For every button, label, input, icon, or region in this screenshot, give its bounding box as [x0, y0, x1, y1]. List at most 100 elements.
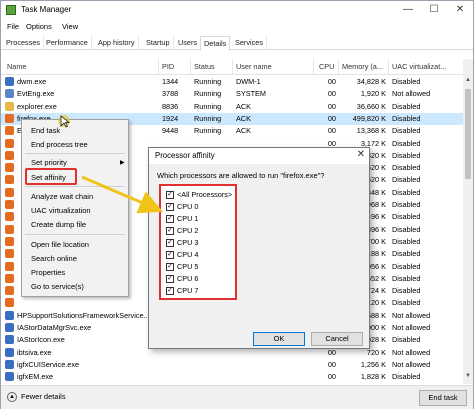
cell-uac: Disabled	[392, 77, 421, 86]
cell-uac: Not allowed	[392, 323, 431, 332]
column-divider[interactable]	[338, 59, 339, 75]
column-divider[interactable]	[388, 59, 389, 75]
process-name: IAStorIcon.exe	[17, 335, 65, 345]
ok-button[interactable]: OK	[253, 332, 305, 346]
cell-uac: Disabled	[392, 126, 421, 136]
column-header-user[interactable]: User name	[236, 62, 272, 71]
process-icon	[5, 163, 14, 173]
checkbox-all-processors[interactable]: ✓ <All Processors>	[166, 190, 232, 200]
checkbox-label: CPU 6	[177, 274, 199, 283]
footer-bar: ▲ Fewer details End task	[1, 385, 473, 409]
scroll-up-icon[interactable]: ▲	[463, 77, 473, 86]
column-header-status[interactable]: Status	[194, 62, 215, 71]
cell-cpu: 00	[327, 372, 336, 382]
tab-processes[interactable]: Processes	[3, 36, 45, 50]
process-name: IAStorDataMgrSvc.exe	[17, 323, 92, 332]
cell-status: Running	[194, 101, 222, 111]
process-name: explorer.exe	[17, 101, 57, 111]
checkbox-cpu-5[interactable]: ✓ CPU 5	[166, 262, 199, 272]
chevron-up-icon: ▲	[7, 392, 17, 403]
menu-item-go-to-services[interactable]: Go to service(s)	[31, 282, 84, 291]
menu-item-end-process-tree[interactable]: End process tree	[31, 140, 88, 149]
column-divider[interactable]	[232, 59, 233, 75]
table-row[interactable]: EvtEng.exe 3788 Running SYSTEM 00 1,920 K Not …	[1, 88, 463, 100]
cell-uac: Disabled	[392, 261, 421, 271]
menu-options[interactable]: Options	[26, 22, 52, 31]
minimize-button[interactable]: —	[395, 1, 421, 19]
cell-user: ACK	[236, 101, 252, 111]
tab-startup[interactable]: Startup	[143, 36, 174, 50]
menu-item-open-file-location[interactable]: Open file location	[31, 240, 89, 249]
checkbox-cpu-7[interactable]: ✓ CPU 7	[166, 286, 199, 296]
cell-pid: 3788	[162, 89, 179, 99]
fewer-details-link[interactable]: ▲ Fewer details	[7, 392, 66, 403]
table-row[interactable]: explorer.exe 8836 Running ACK 00 36,660 K Disa…	[1, 101, 463, 113]
cell-uac: Disabled	[392, 236, 421, 246]
checkbox-cpu-3[interactable]: ✓ CPU 3	[166, 238, 199, 248]
cancel-button[interactable]: Cancel	[311, 332, 363, 346]
tab-services[interactable]: Services	[232, 36, 267, 50]
column-header-name[interactable]: Name	[7, 62, 26, 71]
cell-status: Running	[194, 89, 222, 99]
table-row[interactable]: igfxEM.exe 00 1,828 K Disabled	[1, 371, 463, 383]
checkbox-label: CPU 1	[177, 214, 199, 223]
cell-uac: Not allowed	[392, 347, 431, 357]
dialog-title-bar[interactable]: Processor affinity ✕	[149, 148, 369, 164]
process-name: dwm.exe	[17, 77, 47, 86]
process-icon	[5, 261, 14, 271]
process-icon	[5, 273, 14, 283]
menu-file[interactable]: File	[7, 22, 19, 31]
scroll-thumb[interactable]	[465, 89, 471, 179]
column-divider[interactable]	[313, 59, 314, 75]
cell-uac: Not allowed	[392, 359, 431, 369]
column-divider[interactable]	[190, 59, 191, 75]
dialog-close-button[interactable]: ✕	[357, 149, 365, 160]
cell-pid: 9448	[162, 126, 179, 136]
close-button[interactable]: ✕	[447, 1, 473, 19]
checkbox-checked-icon: ✓	[166, 287, 174, 296]
column-divider[interactable]	[158, 59, 159, 75]
checkbox-cpu-6[interactable]: ✓ CPU 6	[166, 274, 199, 284]
table-row[interactable]: dwm.exe 1344 Running DWM-1 00 34,828 K Disable…	[1, 76, 463, 88]
cell-pid: 1344	[162, 77, 179, 86]
scroll-down-icon[interactable]: ▼	[463, 373, 473, 382]
menu-item-set-priority[interactable]: Set priority	[31, 158, 67, 167]
tab-performance[interactable]: Performance	[43, 36, 92, 50]
process-icon	[5, 372, 14, 382]
window-title: Task Manager	[21, 5, 72, 14]
menu-item-analyze-wait-chain[interactable]: Analyze wait chain	[31, 192, 93, 201]
cell-uac: Disabled	[392, 224, 421, 234]
cell-mem: 1,920 K	[360, 89, 386, 99]
column-header-pid[interactable]: PID	[162, 62, 174, 71]
menu-item-properties[interactable]: Properties	[31, 268, 65, 277]
tab-users[interactable]: Users	[175, 36, 202, 50]
menu-item-create-dump-file[interactable]: Create dump file	[31, 220, 86, 229]
checkbox-cpu-1[interactable]: ✓ CPU 1	[166, 214, 199, 224]
vertical-scrollbar[interactable]: ▲ ▼	[463, 59, 473, 384]
process-icon	[5, 101, 14, 111]
tab-details[interactable]: Details	[200, 36, 231, 51]
cell-uac: Disabled	[392, 187, 421, 197]
checkbox-label: CPU 7	[177, 286, 199, 295]
cell-mem: 1,828 K	[360, 372, 386, 382]
cell-uac: Disabled	[392, 200, 421, 209]
title-bar[interactable]: Task Manager — ☐ ✕	[1, 1, 473, 19]
mouse-cursor-icon	[58, 115, 70, 128]
menu-view[interactable]: View	[62, 22, 78, 31]
checkbox-cpu-0[interactable]: ✓ CPU 0	[166, 202, 199, 212]
maximize-button[interactable]: ☐	[421, 1, 447, 19]
end-task-button[interactable]: End task	[419, 390, 467, 406]
menu-item-search-online[interactable]: Search online	[31, 254, 77, 263]
column-header-uac[interactable]: UAC virtualizat...	[392, 62, 446, 71]
checkbox-cpu-4[interactable]: ✓ CPU 4	[166, 250, 199, 260]
column-header-cpu[interactable]: CPU	[319, 62, 334, 71]
tab-app-history[interactable]: App history	[95, 36, 139, 50]
cell-uac: Disabled	[392, 212, 421, 222]
table-row[interactable]: igfxCUIService.exe 00 1,256 K Not allowed	[1, 359, 463, 371]
process-name: HPSupportSolutionsFrameworkService...	[17, 310, 150, 320]
menu-item-uac-virtualization[interactable]: UAC virtualization	[31, 206, 91, 215]
checkbox-cpu-2[interactable]: ✓ CPU 2	[166, 226, 199, 236]
process-name: EvtEng.exe	[17, 89, 55, 99]
column-header-memory[interactable]: Memory (a...	[342, 62, 383, 71]
cell-cpu: 00	[327, 89, 336, 99]
